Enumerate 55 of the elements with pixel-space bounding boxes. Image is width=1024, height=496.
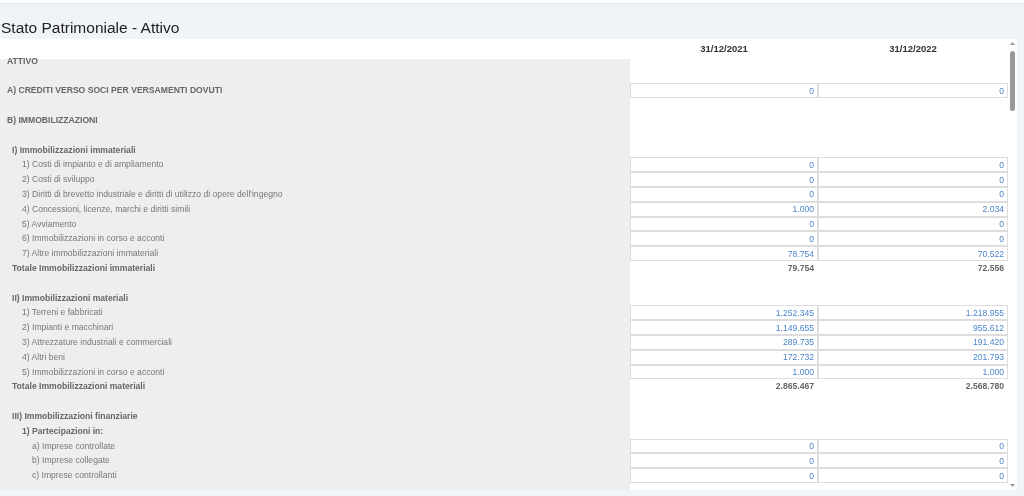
- value-input[interactable]: 1.149.655: [630, 320, 818, 335]
- value-input[interactable]: 1.218.955: [818, 305, 1008, 321]
- scroll-down-icon[interactable]: [1009, 483, 1016, 488]
- row-label: 3) Attrezzature industriali e commerciali: [22, 336, 172, 347]
- value-input[interactable]: 1.252.345: [630, 305, 818, 321]
- page-title: Stato Patrimoniale - Attivo: [1, 18, 181, 38]
- scrollbar[interactable]: [1008, 39, 1017, 490]
- row-label: 1) Costi di impianto e di ampliamento: [22, 159, 164, 170]
- row-label: 7) Altre immobilizzazioni immateriali: [22, 248, 159, 259]
- group-label: III) Immobilizzazioni finanziarie: [12, 410, 138, 421]
- row-label: a) Imprese controllate: [32, 440, 116, 451]
- row-label: 5) Immobilizzazioni in corso e acconti: [22, 366, 165, 377]
- scrollbar-thumb[interactable]: [1010, 51, 1015, 111]
- value-input[interactable]: 0: [630, 231, 818, 247]
- row-label: 2) Costi di sviluppo: [22, 174, 95, 185]
- group-label: I) Immobilizzazioni immateriali: [12, 144, 136, 155]
- value-input[interactable]: 0: [818, 438, 1008, 454]
- total-value: 2.568.780: [964, 380, 1005, 394]
- value-input[interactable]: 78.754: [630, 246, 818, 261]
- group-label: II) Immobilizzazioni materiali: [12, 292, 129, 303]
- value-input[interactable]: 0: [818, 83, 1008, 99]
- value-input[interactable]: 0: [630, 468, 818, 483]
- row-label: 5) Avviamento: [22, 218, 77, 229]
- value-input[interactable]: 0: [630, 438, 818, 454]
- row-label: 3) Diritti di brevetto industriale e diritti di utilizzo di opere dell'ingegno: [22, 188, 283, 199]
- row-label: 6) Immobilizzazioni in corso e acconti: [22, 233, 165, 244]
- total-value: 72.556: [976, 261, 1005, 275]
- total-label: Totale Immobilizzazioni immateriali: [12, 262, 156, 273]
- value-input[interactable]: 0: [630, 157, 818, 173]
- value-input[interactable]: 0: [630, 172, 818, 187]
- scroll-up-icon[interactable]: [1009, 41, 1016, 46]
- total-value: 79.754: [786, 261, 815, 275]
- column-header: 31/12/2022: [888, 42, 938, 56]
- value-input[interactable]: 70.522: [818, 246, 1008, 261]
- total-value: 2.865.467: [774, 380, 815, 394]
- value-input[interactable]: 0: [630, 83, 818, 99]
- section-label: ATTIVO: [7, 55, 38, 66]
- section-label: B) IMMOBILIZZAZIONI: [7, 115, 98, 125]
- row-label: 4) Altri beni: [22, 351, 65, 362]
- value-input[interactable]: 955.612: [818, 320, 1008, 335]
- row-label: c) Imprese controllanti: [32, 470, 117, 481]
- value-input[interactable]: 0: [818, 468, 1008, 483]
- total-label: Totale Immobilizzazioni materiali: [12, 381, 146, 392]
- value-input[interactable]: 0: [630, 453, 818, 469]
- row-label: 4) Concessioni, licenze, marchi e diritti simili: [22, 203, 191, 214]
- row-label: b) Imprese collegate: [32, 455, 110, 466]
- value-input[interactable]: 0: [818, 231, 1008, 247]
- value-input[interactable]: 0: [818, 172, 1008, 187]
- section-label: A) CREDITI VERSO SOCI PER VERSAMENTI DOVUTI: [7, 85, 223, 96]
- column-header: 31/12/2021: [699, 42, 749, 56]
- group-label: 1) Partecipazioni in:: [22, 425, 104, 436]
- value-input[interactable]: 0: [818, 157, 1008, 173]
- value-input[interactable]: 0: [818, 453, 1008, 469]
- row-label: 1) Terreni e fabbricati: [22, 307, 103, 318]
- row-label: 2) Impianti e macchinari: [22, 322, 114, 333]
